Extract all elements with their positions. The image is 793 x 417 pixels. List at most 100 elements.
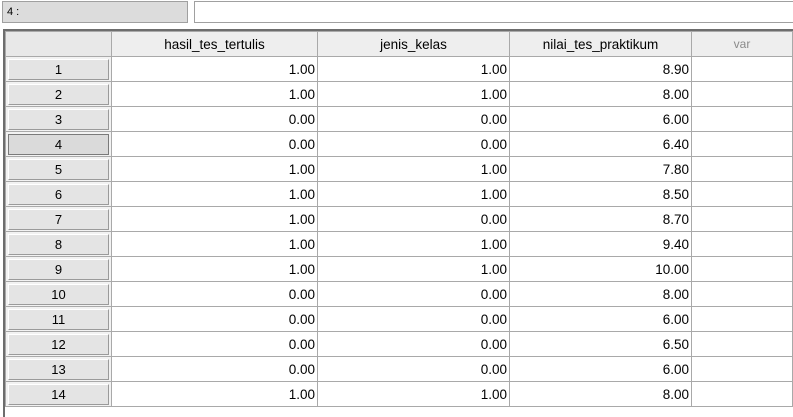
row-header[interactable]: 3 (5, 106, 112, 132)
row-header[interactable]: 11 (5, 306, 112, 332)
empty-var-cell[interactable] (691, 56, 793, 82)
row-header[interactable]: 2 (5, 81, 112, 107)
data-cell[interactable]: 0.00 (317, 281, 510, 307)
data-cell[interactable]: 6.00 (509, 306, 692, 332)
row-number[interactable]: 14 (8, 383, 109, 405)
empty-var-cell[interactable] (691, 181, 793, 207)
column-header-row: hasil_tes_tertulis jenis_kelas nilai_tes… (5, 31, 793, 57)
cell-editor-bar: 4 : (0, 0, 793, 26)
empty-var-cell[interactable] (691, 106, 793, 132)
data-cell[interactable]: 0.00 (317, 306, 510, 332)
row-header[interactable]: 4 (5, 131, 112, 157)
data-cell[interactable]: 8.00 (509, 281, 692, 307)
row-number[interactable]: 6 (8, 183, 109, 205)
data-cell[interactable]: 0.00 (111, 281, 318, 307)
data-cell[interactable]: 8.50 (509, 181, 692, 207)
empty-var-cell[interactable] (691, 256, 793, 282)
data-cell[interactable]: 8.70 (509, 206, 692, 232)
row-number[interactable]: 7 (8, 208, 109, 230)
data-cell[interactable]: 0.00 (317, 206, 510, 232)
row-number[interactable]: 12 (8, 333, 109, 355)
data-cell[interactable]: 0.00 (111, 306, 318, 332)
row-header[interactable]: 14 (5, 381, 112, 407)
row-number[interactable]: 10 (8, 283, 109, 305)
data-cell[interactable]: 1.00 (111, 56, 318, 82)
data-cell[interactable]: 8.00 (509, 81, 692, 107)
data-cell[interactable]: 6.40 (509, 131, 692, 157)
empty-var-cell[interactable] (691, 306, 793, 332)
row-number[interactable]: 11 (8, 308, 109, 330)
empty-var-cell[interactable] (691, 331, 793, 357)
data-cell[interactable]: 6.00 (509, 356, 692, 382)
table-row: 1 1.00 1.00 8.90 (5, 56, 793, 82)
row-header[interactable]: 5 (5, 156, 112, 182)
empty-var-cell[interactable] (691, 81, 793, 107)
data-cell[interactable]: 0.00 (111, 131, 318, 157)
empty-var-cell[interactable] (691, 206, 793, 232)
data-cell[interactable]: 0.00 (317, 356, 510, 382)
row-number[interactable]: 4 (8, 133, 109, 155)
column-header-jenis-kelas[interactable]: jenis_kelas (317, 31, 510, 57)
data-cell[interactable]: 0.00 (317, 331, 510, 357)
column-header-hasil-tes-tertulis[interactable]: hasil_tes_tertulis (111, 31, 318, 57)
data-cell[interactable]: 1.00 (317, 381, 510, 407)
data-cell[interactable]: 1.00 (317, 81, 510, 107)
data-cell[interactable]: 1.00 (317, 231, 510, 257)
data-cell[interactable]: 0.00 (111, 106, 318, 132)
empty-var-cell[interactable] (691, 381, 793, 407)
table-row: 5 1.00 1.00 7.80 (5, 156, 793, 182)
data-cell[interactable]: 1.00 (317, 56, 510, 82)
corner-cell[interactable] (5, 31, 112, 57)
data-cell[interactable]: 1.00 (111, 81, 318, 107)
data-cell[interactable]: 1.00 (111, 231, 318, 257)
table-row: 4 0.00 0.00 6.40 (5, 131, 793, 157)
empty-var-cell[interactable] (691, 231, 793, 257)
column-header-var[interactable]: var (691, 31, 793, 57)
data-cell[interactable]: 6.50 (509, 331, 692, 357)
data-cell[interactable]: 1.00 (111, 206, 318, 232)
row-number[interactable]: 3 (8, 108, 109, 130)
data-cell[interactable]: 0.00 (317, 131, 510, 157)
row-number[interactable]: 9 (8, 258, 109, 280)
row-number[interactable]: 1 (8, 58, 109, 80)
data-cell[interactable]: 1.00 (317, 256, 510, 282)
data-cell[interactable]: 8.00 (509, 381, 692, 407)
data-cell[interactable]: 6.00 (509, 106, 692, 132)
data-cell[interactable]: 0.00 (111, 356, 318, 382)
data-cell[interactable]: 1.00 (111, 256, 318, 282)
data-cell[interactable]: 0.00 (317, 106, 510, 132)
data-cell[interactable]: 8.90 (509, 56, 692, 82)
row-number[interactable]: 8 (8, 233, 109, 255)
row-number[interactable]: 13 (8, 358, 109, 380)
row-number[interactable]: 2 (8, 83, 109, 105)
data-cell[interactable]: 1.00 (317, 156, 510, 182)
cell-value-input[interactable] (194, 1, 793, 23)
column-header-nilai-tes-praktikum[interactable]: nilai_tes_praktikum (509, 31, 692, 57)
row-number[interactable]: 5 (8, 158, 109, 180)
row-header[interactable]: 7 (5, 206, 112, 232)
empty-var-cell[interactable] (691, 356, 793, 382)
data-cell[interactable]: 1.00 (317, 181, 510, 207)
data-cell[interactable]: 1.00 (111, 181, 318, 207)
data-cell[interactable]: 1.00 (111, 381, 318, 407)
data-cell[interactable]: 9.40 (509, 231, 692, 257)
table-row: 13 0.00 0.00 6.00 (5, 356, 793, 382)
table-row: 6 1.00 1.00 8.50 (5, 181, 793, 207)
row-header[interactable]: 12 (5, 331, 112, 357)
row-header[interactable]: 13 (5, 356, 112, 382)
cell-reference-label: 4 : (2, 1, 188, 23)
row-header[interactable]: 6 (5, 181, 112, 207)
empty-var-cell[interactable] (691, 156, 793, 182)
row-header[interactable]: 8 (5, 231, 112, 257)
table-row: 12 0.00 0.00 6.50 (5, 331, 793, 357)
data-cell[interactable]: 10.00 (509, 256, 692, 282)
table-row: 3 0.00 0.00 6.00 (5, 106, 793, 132)
row-header[interactable]: 1 (5, 56, 112, 82)
row-header[interactable]: 10 (5, 281, 112, 307)
data-cell[interactable]: 1.00 (111, 156, 318, 182)
empty-var-cell[interactable] (691, 281, 793, 307)
data-cell[interactable]: 7.80 (509, 156, 692, 182)
empty-var-cell[interactable] (691, 131, 793, 157)
data-cell[interactable]: 0.00 (111, 331, 318, 357)
row-header[interactable]: 9 (5, 256, 112, 282)
